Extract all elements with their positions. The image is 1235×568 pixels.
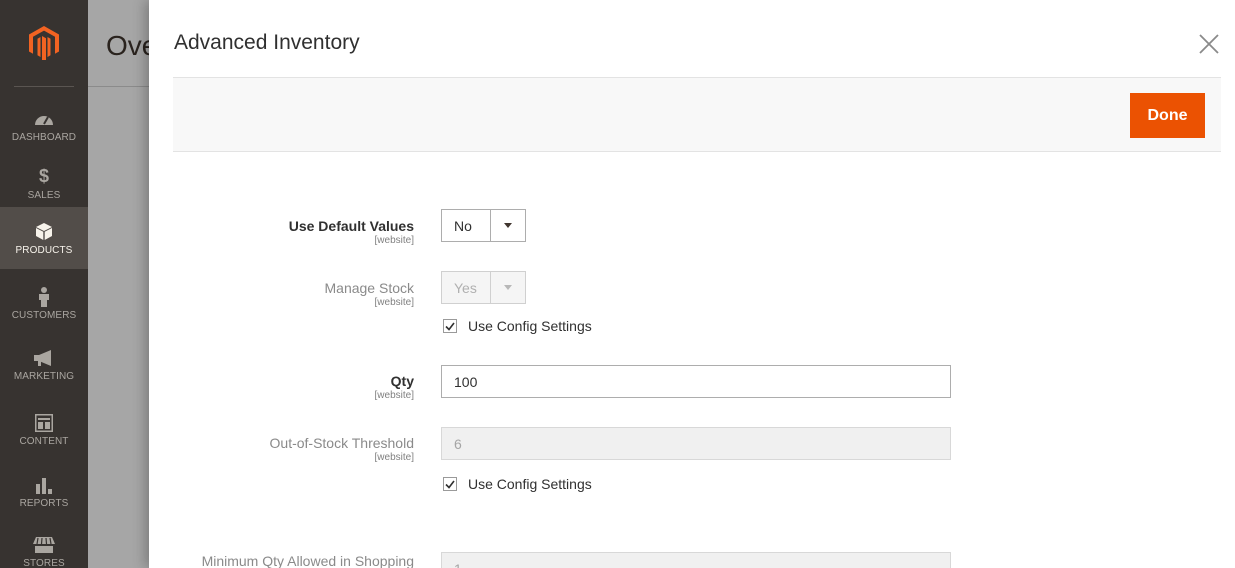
out-of-stock-use-config-checkbox[interactable]: Use Config Settings: [443, 476, 592, 492]
checkmark-icon: [445, 480, 455, 489]
sidebar-item-customers[interactable]: CUSTOMERS: [0, 272, 88, 334]
sidebar-item-label: REPORTS: [19, 497, 69, 509]
use-default-values-label-group: Use Default Values [website]: [149, 218, 414, 246]
done-button[interactable]: Done: [1130, 93, 1205, 138]
close-icon: [1199, 34, 1219, 54]
scope-label: [website]: [374, 452, 414, 463]
scope-label: [website]: [374, 235, 414, 246]
sidebar-item-reports[interactable]: REPORTS: [0, 460, 88, 522]
min-qty-cart-input[interactable]: 1: [441, 552, 951, 568]
min-qty-cart-label-group: Minimum Qty Allowed in Shopping: [149, 553, 414, 568]
checkbox-label: Use Config Settings: [468, 476, 592, 492]
magento-logo[interactable]: [0, 0, 88, 86]
sidebar-divider: [14, 86, 74, 87]
sidebar-item-label: MARKETING: [13, 370, 75, 382]
speedometer-icon: [34, 108, 54, 130]
select-value: Yes: [454, 279, 477, 296]
person-icon: [38, 286, 50, 308]
chevron-down-icon: [490, 210, 524, 241]
magento-logo-icon: [29, 26, 59, 60]
bar-chart-icon: [35, 474, 53, 496]
modal-title: Advanced Inventory: [174, 31, 360, 54]
sidebar-item-label: DASHBOARD: [11, 131, 77, 143]
checkbox[interactable]: [443, 477, 457, 491]
manage-stock-use-config-checkbox[interactable]: Use Config Settings: [443, 318, 592, 334]
checkbox-label: Use Config Settings: [468, 318, 592, 334]
field-label: Out-of-Stock Threshold: [269, 435, 414, 451]
field-label: Minimum Qty Allowed in Shopping: [201, 553, 414, 568]
sidebar-item-stores[interactable]: STORES: [0, 520, 88, 568]
dollar-icon: $: [38, 166, 49, 186]
out-of-stock-threshold-input[interactable]: 6: [441, 427, 951, 460]
scope-label: [website]: [374, 390, 414, 401]
select-value: No: [454, 217, 472, 234]
manage-stock-label-group: Manage Stock [website]: [149, 280, 415, 308]
qty-input[interactable]: 100: [441, 365, 951, 398]
field-label: Manage Stock: [324, 280, 415, 296]
box-icon: [36, 221, 52, 243]
admin-sidebar: DASHBOARD $ SALES PRODUCTS CUSTOMERS MAR…: [0, 0, 88, 568]
storefront-icon: [33, 534, 55, 556]
field-label: Qty: [390, 373, 414, 389]
sidebar-item-sales[interactable]: $ SALES: [0, 152, 88, 214]
sidebar-item-label: CUSTOMERS: [11, 309, 77, 321]
checkbox[interactable]: [443, 319, 457, 333]
sidebar-item-label: STORES: [23, 557, 65, 568]
layout-icon: [35, 412, 53, 434]
close-button[interactable]: [1195, 30, 1223, 58]
sidebar-item-label: PRODUCTS: [15, 244, 73, 256]
megaphone-icon: [34, 347, 54, 369]
sidebar-item-content[interactable]: CONTENT: [0, 398, 88, 460]
advanced-inventory-modal: Advanced Inventory Done Use Default Valu…: [149, 0, 1235, 568]
field-label: Use Default Values: [288, 218, 414, 234]
out-of-stock-threshold-label-group: Out-of-Stock Threshold [website]: [149, 435, 414, 463]
use-default-values-select[interactable]: No: [441, 209, 526, 242]
scope-label: [website]: [374, 297, 414, 308]
manage-stock-select[interactable]: Yes: [441, 271, 526, 304]
checkmark-icon: [445, 322, 455, 331]
sidebar-item-marketing[interactable]: MARKETING: [0, 333, 88, 395]
qty-label-group: Qty [website]: [149, 373, 414, 401]
sidebar-item-products[interactable]: PRODUCTS: [0, 207, 88, 269]
sidebar-item-dashboard[interactable]: DASHBOARD: [0, 94, 88, 156]
chevron-down-icon: [490, 272, 524, 303]
sidebar-item-label: CONTENT: [19, 435, 69, 447]
page-actions-bar: Done: [173, 78, 1221, 152]
sidebar-item-label: SALES: [27, 189, 61, 201]
